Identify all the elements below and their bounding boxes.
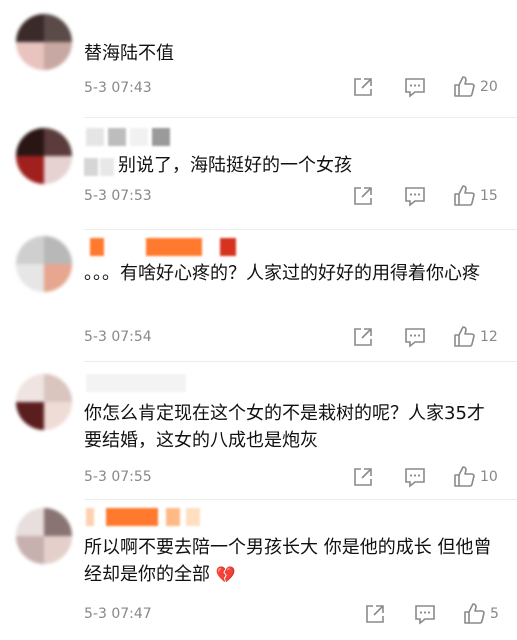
like-count: 10 <box>480 469 498 485</box>
share-icon <box>354 468 372 486</box>
redacted-username <box>86 238 246 256</box>
share-icon <box>366 605 384 623</box>
like-count: 15 <box>480 188 498 204</box>
reply-button[interactable] <box>404 466 426 488</box>
redacted-username <box>86 508 206 526</box>
comment-text: 别说了，海陆挺好的一个女孩 <box>118 155 352 176</box>
reply-button[interactable] <box>404 185 426 207</box>
redacted-username <box>86 128 176 146</box>
thumbs-up-icon <box>464 603 485 624</box>
share-button[interactable] <box>352 326 374 348</box>
comment-time: 5-3 07:55 <box>84 469 152 485</box>
like-button[interactable]: 20 <box>452 75 498 99</box>
comment-text: 所以啊不要去陪一个男孩长大 你是他的成长 但他曾经却是你的全部 💔 <box>84 534 499 588</box>
like-button[interactable]: 5 <box>462 602 499 626</box>
reply-button[interactable] <box>404 326 426 348</box>
comment-icon <box>405 78 425 98</box>
comment-icon <box>415 605 435 625</box>
reply-button[interactable] <box>404 76 426 98</box>
thumbs-up-icon <box>454 326 475 347</box>
thumbs-up-icon <box>454 466 475 487</box>
share-button[interactable] <box>352 76 374 98</box>
share-button[interactable] <box>364 603 386 625</box>
comment-item: 。。。有啥好心疼的？人家过的好好的用得着你心疼 5-3 07:54 12 <box>0 230 517 362</box>
like-count: 20 <box>480 79 498 95</box>
avatar[interactable] <box>16 128 72 184</box>
comment-icon <box>405 187 425 207</box>
thumbs-up-icon <box>454 76 475 97</box>
comment-text: 替海陆不值 <box>84 43 174 64</box>
like-button[interactable]: 15 <box>452 184 498 208</box>
comment-text: 。。。有啥好心疼的？人家过的好好的用得着你心疼 <box>84 263 480 284</box>
like-count: 12 <box>480 329 498 345</box>
share-button[interactable] <box>352 185 374 207</box>
share-icon <box>354 78 372 96</box>
comment-text-body: 所以啊不要去陪一个男孩长大 你是他的成长 但他曾经却是你的全部 <box>84 537 492 585</box>
comment-time: 5-3 07:47 <box>84 606 152 622</box>
comment-item: 你怎么肯定现在这个女的不是栽树的呢？人家35才要结婚，这女的八成也是炮灰 5-3… <box>0 362 517 500</box>
share-button[interactable] <box>352 466 374 488</box>
comment-icon <box>405 328 425 348</box>
comment-icon <box>405 468 425 488</box>
avatar[interactable] <box>16 374 72 430</box>
avatar[interactable] <box>16 236 72 292</box>
avatar[interactable] <box>16 14 72 70</box>
thumbs-up-icon <box>454 185 475 206</box>
comment-item: 所以啊不要去陪一个男孩长大 你是他的成长 但他曾经却是你的全部 💔 5-3 07… <box>0 500 517 640</box>
like-count: 5 <box>490 606 499 622</box>
avatar[interactable] <box>16 508 72 564</box>
like-button[interactable]: 12 <box>452 325 498 349</box>
broken-heart-emoji: 💔 <box>215 565 236 584</box>
comment-time: 5-3 07:43 <box>84 80 152 96</box>
comment-time: 5-3 07:54 <box>84 329 152 345</box>
like-button[interactable]: 10 <box>452 465 498 489</box>
comment-time: 5-3 07:53 <box>84 188 152 204</box>
comment-item: 替海陆不值 5-3 07:43 20 <box>0 0 517 118</box>
comment-item: 别说了，海陆挺好的一个女孩 5-3 07:53 15 <box>0 118 517 230</box>
share-icon <box>354 328 372 346</box>
redacted-mention <box>84 158 114 176</box>
redacted-username <box>86 374 196 392</box>
comment-text: 你怎么肯定现在这个女的不是栽树的呢？人家35才要结婚，这女的八成也是炮灰 <box>84 403 485 451</box>
share-icon <box>354 187 372 205</box>
reply-button[interactable] <box>414 603 436 625</box>
